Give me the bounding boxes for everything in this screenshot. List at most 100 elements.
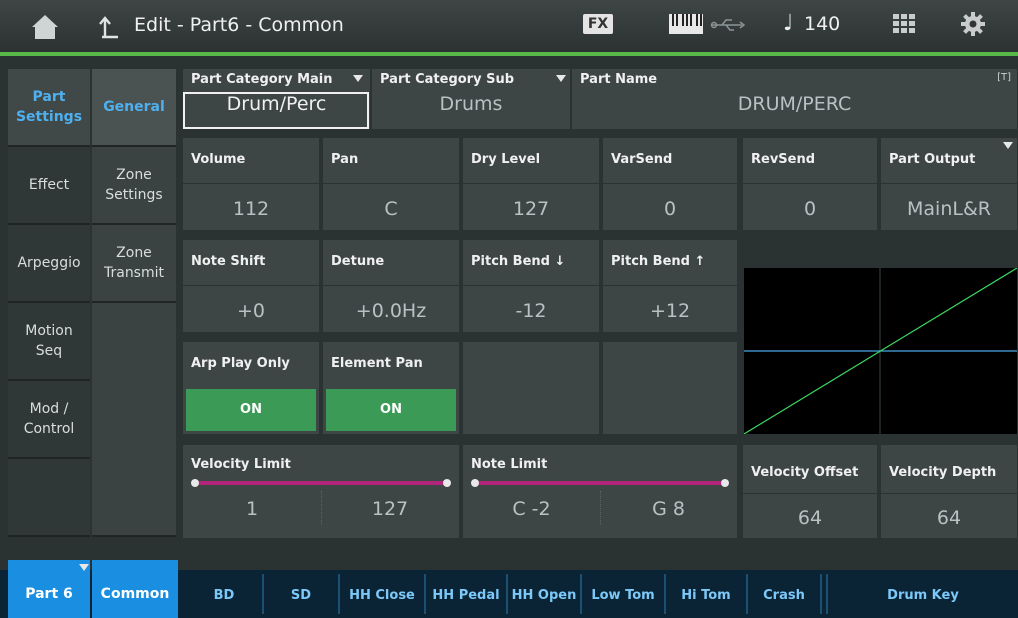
tab-effect[interactable]: Effect bbox=[8, 147, 90, 225]
chevron-down-icon bbox=[79, 564, 89, 571]
param-value: 127 bbox=[512, 198, 550, 220]
param-label: RevSend bbox=[751, 152, 816, 167]
divider bbox=[183, 183, 319, 184]
tab-mod-control[interactable]: Mod / Control bbox=[8, 381, 90, 459]
key-hh-close-button[interactable]: HH Close bbox=[340, 580, 424, 612]
param-value: C bbox=[384, 198, 398, 220]
tab-arpeggio[interactable]: Arpeggio bbox=[8, 225, 90, 303]
tempo-value[interactable]: 140 bbox=[804, 13, 840, 35]
arp-play-only-toggle[interactable]: ON bbox=[186, 389, 316, 431]
note-limit-high[interactable]: G 8 bbox=[600, 498, 737, 520]
key-hh-open-button[interactable]: HH Open bbox=[508, 580, 580, 612]
detune-param[interactable]: Detune +0.0Hz bbox=[323, 240, 459, 332]
note-limit-param[interactable]: Note Limit C -2 G 8 bbox=[463, 445, 737, 538]
drum-key-button[interactable]: Drum Key bbox=[828, 580, 1018, 612]
velocity-limit-param[interactable]: Velocity Limit 1 127 bbox=[183, 445, 459, 538]
header-divider bbox=[0, 52, 1018, 56]
part-output-param[interactable]: Part Output MainL&R bbox=[881, 138, 1017, 230]
divider bbox=[603, 183, 737, 184]
param-label: Note Shift bbox=[191, 254, 266, 269]
divider bbox=[323, 183, 459, 184]
common-button[interactable]: Common bbox=[92, 560, 178, 618]
param-label: Volume bbox=[191, 152, 246, 167]
part-category-sub[interactable]: Part Category Sub Drums bbox=[372, 69, 570, 129]
range-knob-low[interactable] bbox=[191, 479, 199, 487]
tab-label: Part Settings bbox=[15, 89, 83, 125]
param-value: 0 bbox=[803, 198, 817, 220]
tab-label: Effect bbox=[28, 177, 70, 193]
tab-label: Motion Seq bbox=[25, 323, 73, 359]
part-select-button[interactable]: Part 6 bbox=[8, 560, 90, 618]
page-title: Edit - Part6 - Common bbox=[134, 14, 344, 36]
note-limit-low[interactable]: C -2 bbox=[463, 498, 600, 520]
param-value: +12 bbox=[649, 300, 691, 322]
param-value: 64 bbox=[797, 507, 823, 529]
divider bbox=[463, 183, 599, 184]
fx-badge[interactable]: FX bbox=[583, 14, 613, 34]
divider bbox=[183, 285, 319, 286]
pitch-bend-down-param[interactable]: Pitch Bend ↓ -12 bbox=[463, 240, 599, 332]
velocity-limit-range-bar[interactable] bbox=[191, 479, 451, 487]
key-sd-button[interactable]: SD bbox=[264, 580, 338, 612]
divider bbox=[603, 285, 737, 286]
velocity-depth-param[interactable]: Velocity Depth 64 bbox=[881, 445, 1017, 538]
divider bbox=[463, 285, 599, 286]
gear-icon[interactable] bbox=[960, 11, 986, 37]
velocity-limit-low[interactable]: 1 bbox=[183, 498, 321, 520]
key-hi-tom-button[interactable]: Hi Tom bbox=[666, 580, 746, 612]
param-value: 0 bbox=[663, 198, 677, 220]
param-label: Detune bbox=[331, 254, 385, 269]
tab-part-settings[interactable]: Part Settings bbox=[8, 69, 90, 147]
empty-cell bbox=[603, 342, 737, 434]
chevron-down-icon bbox=[353, 75, 363, 82]
top-bar: Edit - Part6 - Common FX ♩ 140 bbox=[0, 0, 1018, 56]
dry-level-param[interactable]: Dry Level 127 bbox=[463, 138, 599, 230]
param-label: Element Pan bbox=[331, 356, 423, 371]
param-value: +0.0Hz bbox=[355, 300, 427, 322]
divider bbox=[323, 285, 459, 286]
tab-empty bbox=[8, 459, 90, 537]
field-label: Part Name bbox=[580, 72, 658, 87]
subtab-general[interactable]: General bbox=[92, 69, 176, 147]
velocity-limit-high[interactable]: 127 bbox=[321, 498, 459, 520]
field-label: Part Category Main bbox=[191, 72, 333, 87]
revsend-param[interactable]: RevSend 0 bbox=[743, 138, 877, 230]
tab-label: Arpeggio bbox=[17, 255, 81, 271]
subtab-zone-settings[interactable]: Zone Settings bbox=[92, 147, 176, 225]
range-knob-high[interactable] bbox=[721, 479, 729, 487]
subtab-zone-transmit[interactable]: Zone Transmit bbox=[92, 225, 176, 303]
note-shift-param[interactable]: Note Shift +0 bbox=[183, 240, 319, 332]
param-value: 64 bbox=[936, 507, 962, 529]
varsend-param[interactable]: VarSend 0 bbox=[603, 138, 737, 230]
range-knob-high[interactable] bbox=[443, 479, 451, 487]
part-name[interactable]: Part Name [T] DRUM/PERC bbox=[572, 69, 1017, 129]
param-label: Velocity Offset bbox=[751, 465, 859, 480]
pitch-bend-up-param[interactable]: Pitch Bend ↑ +12 bbox=[603, 240, 737, 332]
param-value: MainL&R bbox=[907, 198, 991, 220]
pan-param[interactable]: Pan C bbox=[323, 138, 459, 230]
param-label: VarSend bbox=[611, 152, 673, 167]
grid-icon[interactable] bbox=[893, 14, 915, 34]
back-icon[interactable] bbox=[98, 15, 122, 39]
volume-param[interactable]: Volume 112 bbox=[183, 138, 319, 230]
home-icon[interactable] bbox=[30, 13, 60, 41]
range-knob-low[interactable] bbox=[471, 479, 479, 487]
note-limit-range-bar[interactable] bbox=[471, 479, 729, 487]
element-pan-param[interactable]: Element Pan ON bbox=[323, 342, 459, 434]
tab-label: Zone Transmit bbox=[103, 245, 164, 281]
key-crash-button[interactable]: Crash bbox=[748, 580, 820, 612]
separator bbox=[820, 574, 822, 614]
tab-motion-seq[interactable]: Motion Seq bbox=[8, 303, 90, 381]
empty-cell bbox=[463, 342, 599, 434]
param-label: Pitch Bend ↑ bbox=[611, 254, 706, 269]
element-pan-toggle[interactable]: ON bbox=[326, 389, 456, 431]
param-value: +0 bbox=[236, 300, 265, 322]
divider bbox=[743, 183, 877, 184]
key-bd-button[interactable]: BD bbox=[186, 580, 262, 612]
key-low-tom-button[interactable]: Low Tom bbox=[582, 580, 664, 612]
tab-label: Mod / Control bbox=[23, 401, 75, 437]
velocity-offset-param[interactable]: Velocity Offset 64 bbox=[743, 445, 877, 538]
param-label: Dry Level bbox=[471, 152, 541, 167]
arp-play-only-param[interactable]: Arp Play Only ON bbox=[183, 342, 319, 434]
key-hh-pedal-button[interactable]: HH Pedal bbox=[426, 580, 506, 612]
